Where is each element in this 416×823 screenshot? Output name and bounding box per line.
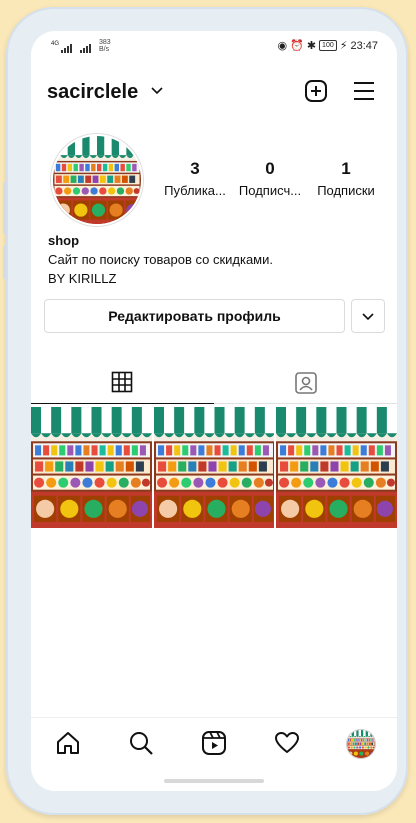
posts-grid: [31, 407, 397, 528]
chevron-down-icon: [362, 313, 374, 321]
discover-people-button[interactable]: [351, 299, 385, 333]
following-count[interactable]: 1 Подписки: [309, 159, 383, 198]
signal-icon-2: [80, 43, 92, 53]
profile-avatar[interactable]: [51, 134, 143, 226]
username-switcher[interactable]: sacirclele: [47, 81, 138, 104]
bio-line: BY KIRILLZ: [48, 271, 117, 286]
market-stall-image: [153, 407, 275, 528]
stat-label: Подписки: [317, 183, 375, 198]
reels-icon[interactable]: [201, 730, 227, 756]
posts-count[interactable]: 3 Публика...: [158, 159, 232, 198]
tab-divider: [214, 403, 397, 404]
add-post-icon[interactable]: [304, 79, 328, 103]
menu-icon[interactable]: [353, 81, 375, 101]
market-stall-image: [347, 730, 375, 758]
stat-value: 0: [265, 159, 275, 178]
power-button: [3, 245, 7, 279]
market-stall-image: [53, 136, 141, 224]
home-icon[interactable]: [55, 730, 81, 756]
search-icon[interactable]: [128, 730, 154, 756]
chevron-down-icon[interactable]: [151, 86, 163, 96]
home-indicator: [164, 779, 264, 783]
bio-line: Сайт по поиску товаров со скидками.: [48, 252, 273, 267]
stat-value: 1: [341, 159, 351, 178]
charging-icon: ⚡: [339, 40, 348, 52]
clock: 23:47: [350, 39, 378, 52]
bottom-nav: [31, 717, 397, 768]
tagged-icon[interactable]: [294, 371, 318, 395]
post-thumbnail[interactable]: [31, 407, 152, 528]
battery-icon: 100: [319, 40, 337, 51]
bluetooth-icon: ✱: [306, 40, 317, 52]
profile-name: shop: [48, 233, 80, 248]
eye-icon: ◉: [277, 40, 288, 52]
active-tab-indicator: [31, 403, 214, 404]
stat-label: Подписч...: [238, 183, 302, 198]
speed-value: 383: [99, 39, 111, 46]
phone-frame: 4G 383 B/s ◉ ⏰ ✱ 100 ⚡ 23:47 sacirclele: [3, 7, 408, 815]
edit-profile-button[interactable]: Редактировать профиль: [44, 299, 345, 333]
volume-button: [3, 182, 7, 234]
stat-value: 3: [190, 159, 200, 178]
profile-tabs: [31, 367, 397, 407]
market-stall-image: [31, 407, 152, 528]
post-thumbnail[interactable]: [153, 407, 275, 528]
signal-icon: [61, 43, 73, 53]
network-speed: 383 B/s: [99, 39, 111, 53]
network-type: 4G: [51, 41, 60, 47]
grid-icon[interactable]: [111, 371, 133, 393]
post-thumbnail[interactable]: [276, 407, 397, 528]
heart-icon[interactable]: [274, 730, 300, 756]
phone-screen: 4G 383 B/s ◉ ⏰ ✱ 100 ⚡ 23:47 sacirclele: [31, 31, 397, 791]
alarm-icon: ⏰: [290, 40, 304, 52]
profile-avatar[interactable]: [347, 730, 375, 758]
speed-unit: B/s: [99, 46, 110, 53]
market-stall-image: [276, 407, 397, 528]
stat-label: Публика...: [164, 183, 226, 198]
status-bar: 4G 383 B/s ◉ ⏰ ✱ 100 ⚡ 23:47: [31, 31, 397, 59]
followers-count[interactable]: 0 Подписч...: [233, 159, 307, 198]
